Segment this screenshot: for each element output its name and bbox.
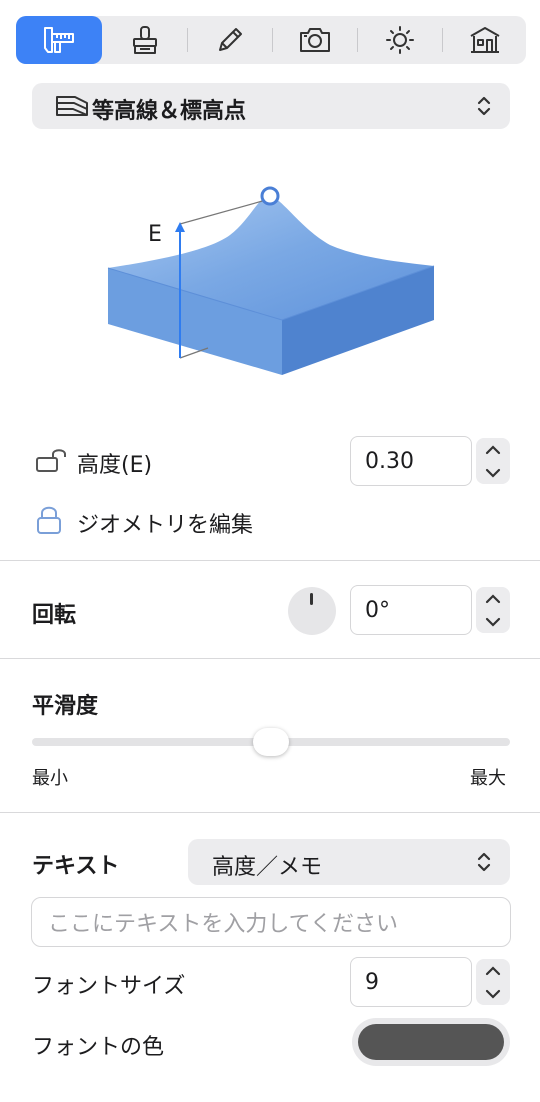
font-size-field[interactable]: 9 bbox=[350, 957, 472, 1007]
mode-select[interactable]: 等高線＆標高点 bbox=[32, 83, 510, 129]
text-label: テキスト bbox=[32, 854, 120, 879]
chevron-down-icon[interactable] bbox=[485, 617, 501, 627]
text-content-select[interactable]: 高度／メモ bbox=[188, 839, 510, 885]
height-label: 高度(E) bbox=[77, 453, 153, 478]
rotation-dial[interactable] bbox=[288, 587, 336, 635]
unlock-icon[interactable] bbox=[35, 446, 71, 474]
chevron-up-icon[interactable] bbox=[485, 965, 501, 976]
smoothness-max-label: 最大 bbox=[470, 768, 506, 789]
tab-measure[interactable] bbox=[16, 16, 102, 64]
lock-icon bbox=[37, 506, 61, 534]
divider bbox=[0, 658, 540, 659]
brush-stamp-icon bbox=[133, 26, 157, 54]
font-size-label: フォントサイズ bbox=[32, 974, 186, 999]
height-field[interactable]: 0.30 bbox=[350, 436, 472, 486]
elevation-axis-label: E bbox=[148, 222, 162, 247]
tab-camera[interactable] bbox=[272, 16, 358, 64]
tab-edit[interactable] bbox=[187, 16, 273, 64]
text-input[interactable]: ここにテキストを入力してください bbox=[31, 897, 511, 947]
divider bbox=[0, 560, 540, 561]
tab-light[interactable] bbox=[357, 16, 443, 64]
tab-style[interactable] bbox=[102, 16, 188, 64]
pencil-icon bbox=[219, 28, 242, 51]
font-size-stepper[interactable] bbox=[476, 959, 510, 1005]
terrain-diagram bbox=[107, 186, 435, 375]
smoothness-min-label: 最小 bbox=[32, 768, 68, 789]
chevron-up-icon[interactable] bbox=[485, 593, 501, 604]
chevron-up-icon[interactable] bbox=[485, 444, 501, 455]
rotation-label: 回転 bbox=[32, 603, 77, 628]
smoothness-label: 平滑度 bbox=[32, 694, 99, 719]
text-content-select-label: 高度／メモ bbox=[212, 855, 323, 880]
contour-layers-icon bbox=[56, 96, 88, 116]
font-color-label: フォントの色 bbox=[32, 1035, 165, 1060]
rotation-dial-indicator bbox=[310, 593, 313, 605]
rotation-field[interactable]: 0° bbox=[350, 585, 472, 635]
font-color-swatch bbox=[358, 1024, 504, 1060]
chevron-down-icon[interactable] bbox=[485, 468, 501, 478]
height-stepper[interactable] bbox=[476, 438, 510, 484]
rotation-stepper[interactable] bbox=[476, 587, 510, 633]
mode-select-label: 等高線＆標高点 bbox=[92, 99, 247, 124]
chevron-updown-icon bbox=[477, 96, 491, 116]
building-icon bbox=[470, 27, 500, 53]
chevron-down-icon[interactable] bbox=[485, 989, 501, 999]
smoothness-slider-thumb[interactable] bbox=[253, 728, 289, 756]
edit-geometry-button[interactable]: ジオメトリを編集 bbox=[77, 507, 253, 539]
caliper-ruler-icon bbox=[44, 27, 74, 53]
camera-icon bbox=[300, 28, 330, 52]
font-color-well[interactable] bbox=[352, 1018, 510, 1066]
chevron-updown-icon bbox=[477, 852, 491, 872]
toolbar bbox=[16, 16, 526, 64]
tab-building[interactable] bbox=[442, 16, 528, 64]
sun-icon bbox=[386, 26, 414, 54]
divider bbox=[0, 812, 540, 813]
